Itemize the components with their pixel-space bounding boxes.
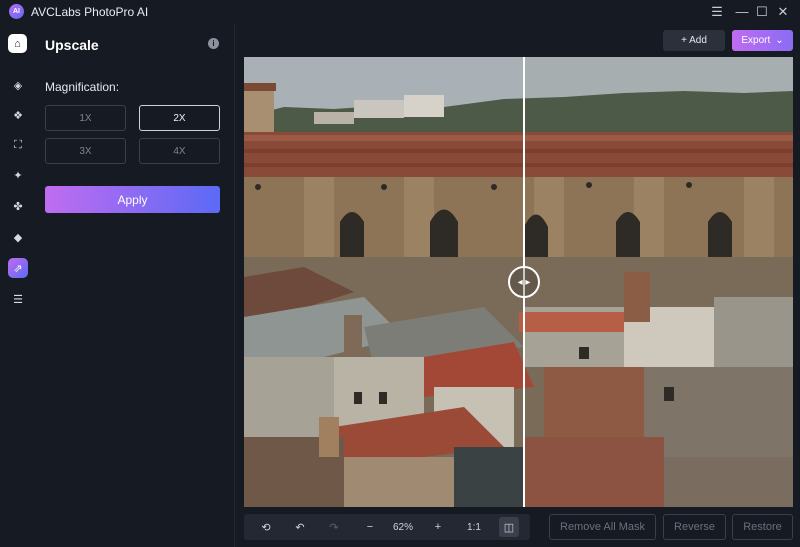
panel-title: Upscale <box>45 37 99 53</box>
tool-rail: ⌂ ◈ ❖ ⛶ ✦ ✤ ◆ ⇗ ☰ <box>0 24 36 547</box>
restore-button[interactable]: Restore <box>732 514 793 540</box>
app-logo: AI <box>9 4 24 19</box>
menu-icon[interactable]: ☰ <box>708 3 726 21</box>
actual-size-button[interactable]: 1:1 <box>464 514 484 540</box>
add-button[interactable]: + Add <box>663 30 725 51</box>
undo-icon[interactable]: ↶ <box>292 514 308 540</box>
upscale-icon[interactable]: ⇗ <box>8 258 28 278</box>
replace-icon[interactable]: ❖ <box>8 105 28 125</box>
magnification-4x-button[interactable]: 4X <box>139 138 220 164</box>
enhance-icon[interactable]: ✦ <box>8 165 28 185</box>
app-title: AVCLabs PhotoPro AI <box>31 5 149 19</box>
compare-handle-icon[interactable]: ◂ ▸ <box>508 266 540 298</box>
zoom-in-icon[interactable]: + <box>430 514 446 540</box>
minimize-icon[interactable]: — <box>733 3 751 21</box>
info-icon[interactable]: i <box>208 38 219 49</box>
eraser-icon[interactable]: ◈ <box>8 75 28 95</box>
redo-icon[interactable]: ↷ <box>326 514 342 540</box>
magnification-1x-button[interactable]: 1X <box>45 105 126 131</box>
zoom-out-icon[interactable]: − <box>362 514 378 540</box>
title-bar: AI AVCLabs PhotoPro AI ☰ — ☐ ✕ <box>0 0 800 24</box>
apply-button[interactable]: Apply <box>45 186 220 213</box>
chevron-down-icon: ⌄ <box>775 35 784 46</box>
magnification-3x-button[interactable]: 3X <box>45 138 126 164</box>
image-canvas[interactable]: ◂ ▸ <box>244 57 793 507</box>
home-icon[interactable]: ⌂ <box>8 34 27 53</box>
close-icon[interactable]: ✕ <box>774 3 792 21</box>
panel-divider <box>234 24 235 547</box>
compare-icon[interactable]: ◫ <box>499 517 519 537</box>
remove-all-mask-button[interactable]: Remove All Mask <box>549 514 656 540</box>
zoom-level: 62% <box>392 521 413 533</box>
view-toolbar: ⟲ ↶ ↷ − 62% + 1:1 ◫ <box>244 514 530 540</box>
export-button[interactable]: Export ⌄ <box>732 30 793 51</box>
expand-icon[interactable]: ⛶ <box>8 135 28 155</box>
maximize-icon[interactable]: ☐ <box>753 3 771 21</box>
magnification-2x-button[interactable]: 2X <box>139 105 220 131</box>
export-label: Export <box>741 35 771 46</box>
upscale-panel: Upscale i Magnification: 1X 2X 3X 4X App… <box>36 24 234 547</box>
reverse-button[interactable]: Reverse <box>663 514 726 540</box>
fill-icon[interactable]: ◆ <box>8 227 28 247</box>
rotate-icon[interactable]: ⟲ <box>258 514 274 540</box>
magnification-label: Magnification: <box>45 80 120 94</box>
adjust-icon[interactable]: ☰ <box>8 289 28 309</box>
fan-icon[interactable]: ✤ <box>8 196 28 216</box>
